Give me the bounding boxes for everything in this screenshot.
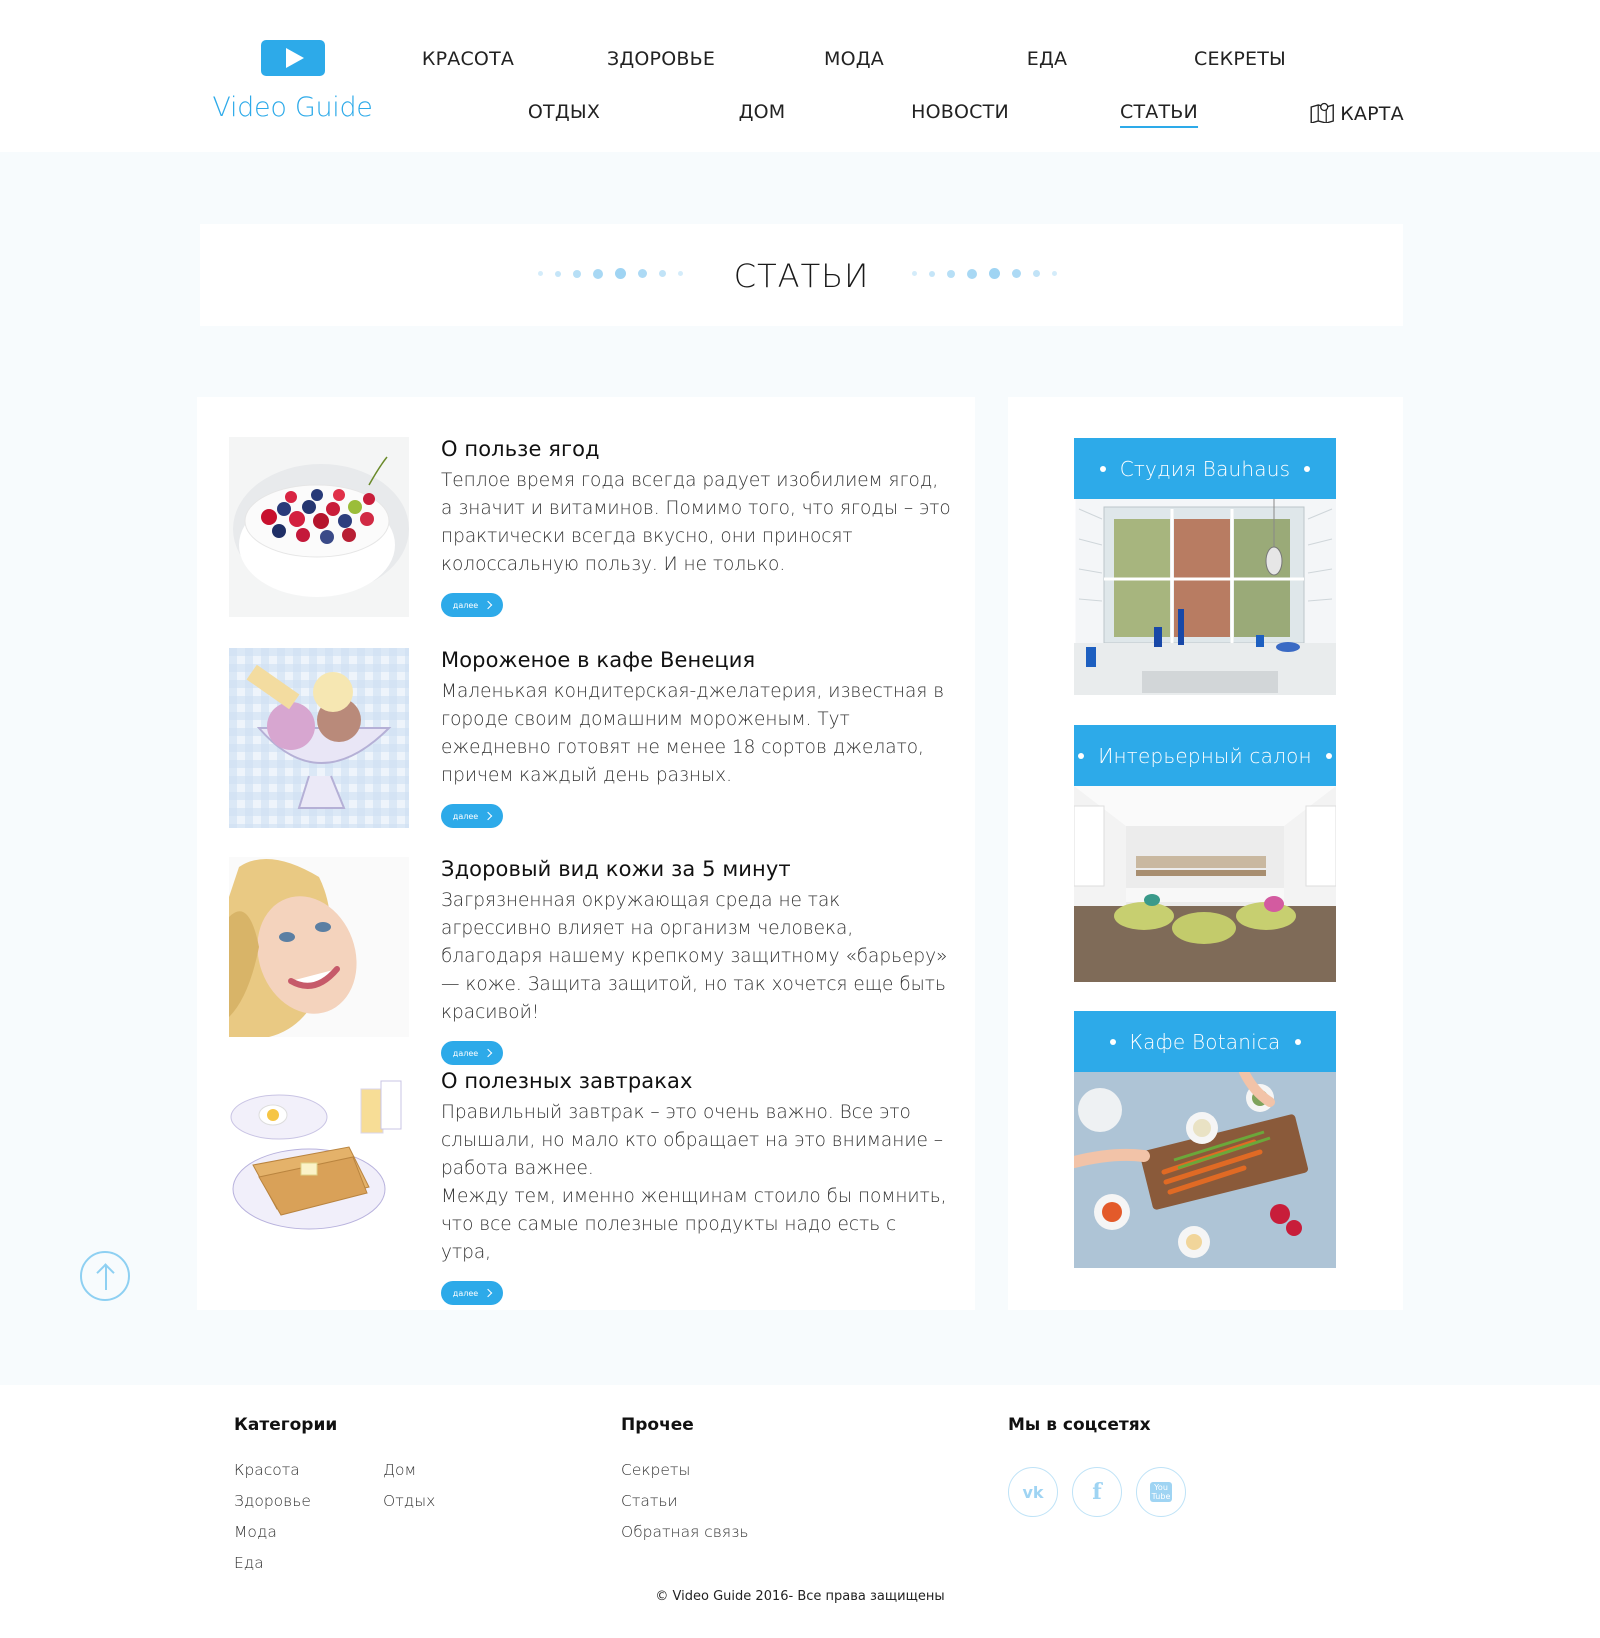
vk-button[interactable]: vk	[1008, 1467, 1058, 1517]
footer-link[interactable]: Обратная связь	[621, 1517, 749, 1548]
place-card-title: Студия Bauhaus	[1119, 456, 1291, 481]
article-thumbnail-berries[interactable]	[229, 437, 409, 617]
read-more-button[interactable]: далее	[441, 1041, 503, 1065]
article-text: Загрязненная окружающая среда не так агр…	[441, 890, 948, 1023]
youtube-icon: You Tube	[1150, 1482, 1172, 1502]
article-title[interactable]: О полезных завтраках	[441, 1069, 951, 1093]
nav-item-map[interactable]: КАРТА	[1310, 101, 1404, 125]
footer-link[interactable]: Здоровье	[234, 1486, 311, 1517]
chevron-right-icon	[483, 811, 493, 821]
nav-item-rest[interactable]: ОТДЫХ	[528, 101, 600, 123]
article-title[interactable]: Мороженое в кафе Венеция	[441, 648, 951, 672]
copyright: © Video Guide 2016- Все права защищены	[655, 1589, 945, 1604]
place-card-image	[1074, 499, 1336, 695]
bullet-icon	[1294, 1038, 1301, 1045]
bullet-icon	[1325, 752, 1332, 759]
footer-link[interactable]: Секреты	[621, 1455, 749, 1486]
footer-link[interactable]: Отдых	[383, 1486, 435, 1517]
bullet-icon	[1304, 465, 1311, 472]
nav-item-beauty[interactable]: КРАСОТА	[422, 48, 514, 70]
site-header: Video Guide КРАСОТА ЗДОРОВЬЕ МОДА ЕДА СЕ…	[0, 0, 1600, 152]
nav-item-home[interactable]: ДОМ	[739, 101, 786, 123]
article-title[interactable]: Здоровый вид кожи за 5 минут	[441, 857, 951, 881]
page-title-band: СТАТЬИ	[200, 224, 1403, 326]
footer-categories-title: Категории	[234, 1415, 338, 1435]
scroll-to-top-button[interactable]	[80, 1251, 130, 1301]
nav-item-health[interactable]: ЗДОРОВЬЕ	[607, 48, 715, 70]
play-icon	[260, 40, 325, 76]
bullet-icon	[1099, 465, 1106, 472]
nav-item-secrets[interactable]: СЕКРЕТЫ	[1194, 48, 1286, 70]
article-text: Маленькая кондитерская-джелатерия, извес…	[441, 681, 945, 786]
nav-item-articles[interactable]: СТАТЬИ	[1120, 101, 1198, 128]
article-text: Теплое время года всегда радует изобилие…	[441, 470, 951, 575]
chevron-right-icon	[483, 1288, 493, 1298]
bullet-icon	[1109, 1038, 1116, 1045]
facebook-button[interactable]: f	[1072, 1467, 1122, 1517]
footer-link[interactable]: Еда	[234, 1548, 311, 1579]
places-panel: Студия Bauhaus Интерьерный салон Кафе Bo…	[1008, 397, 1403, 1310]
page-title: СТАТЬИ	[733, 257, 870, 295]
site-footer: Категории Красота Здоровье Мода Еда Дом …	[0, 1385, 1600, 1638]
map-icon	[1310, 102, 1334, 123]
footer-other-title: Прочее	[621, 1415, 694, 1435]
title-dots-right	[912, 268, 1057, 279]
place-card-header: Студия Bauhaus	[1074, 438, 1336, 499]
place-card[interactable]: Кафе Botanica	[1074, 1011, 1336, 1268]
place-card[interactable]: Студия Bauhaus	[1074, 438, 1336, 695]
read-more-button[interactable]: далее	[441, 804, 503, 828]
footer-other-list: Секреты Статьи Обратная связь	[621, 1455, 749, 1548]
footer-social-title: Мы в соцсетях	[1008, 1415, 1151, 1435]
logo[interactable]: Video Guide	[205, 38, 380, 123]
nav-item-fashion[interactable]: МОДА	[824, 48, 884, 70]
vk-icon: vk	[1022, 1482, 1044, 1502]
footer-link[interactable]: Статьи	[621, 1486, 749, 1517]
read-more-button[interactable]: далее	[441, 1281, 503, 1305]
article-thumbnail-breakfast[interactable]	[229, 1069, 409, 1249]
article-thumbnail-ice-cream[interactable]	[229, 648, 409, 828]
article-text: Правильный завтрак – это очень важно. Вс…	[441, 1102, 947, 1263]
articles-panel: О пользе ягод Теплое время года всегда р…	[197, 397, 975, 1310]
youtube-button[interactable]: You Tube	[1136, 1467, 1186, 1517]
article-thumbnail-skin[interactable]	[229, 857, 409, 1037]
nav-item-map-label: КАРТА	[1340, 103, 1404, 125]
footer-categories-col2: Дом Отдых	[383, 1455, 435, 1517]
nav-item-news[interactable]: НОВОСТИ	[911, 101, 1009, 123]
footer-link[interactable]: Мода	[234, 1517, 311, 1548]
nav-item-food[interactable]: ЕДА	[1027, 48, 1067, 70]
footer-categories-col1: Красота Здоровье Мода Еда	[234, 1455, 311, 1579]
logo-text: Video Guide	[212, 92, 373, 123]
place-card-title: Интерьерный салон	[1098, 743, 1312, 768]
read-more-button[interactable]: далее	[441, 593, 503, 617]
place-card-title: Кафе Botanica	[1129, 1029, 1281, 1054]
place-card-header: Интерьерный салон	[1074, 725, 1336, 786]
chevron-right-icon	[483, 1048, 493, 1058]
place-card[interactable]: Интерьерный салон	[1074, 725, 1336, 982]
footer-link[interactable]: Красота	[234, 1455, 311, 1486]
chevron-right-icon	[483, 600, 493, 610]
place-card-header: Кафе Botanica	[1074, 1011, 1336, 1072]
place-card-image	[1074, 786, 1336, 982]
place-card-image	[1074, 1072, 1336, 1268]
facebook-icon: f	[1092, 1479, 1102, 1505]
footer-link[interactable]: Дом	[383, 1455, 435, 1486]
bullet-icon	[1078, 752, 1085, 759]
article-title[interactable]: О пользе ягод	[441, 437, 951, 461]
